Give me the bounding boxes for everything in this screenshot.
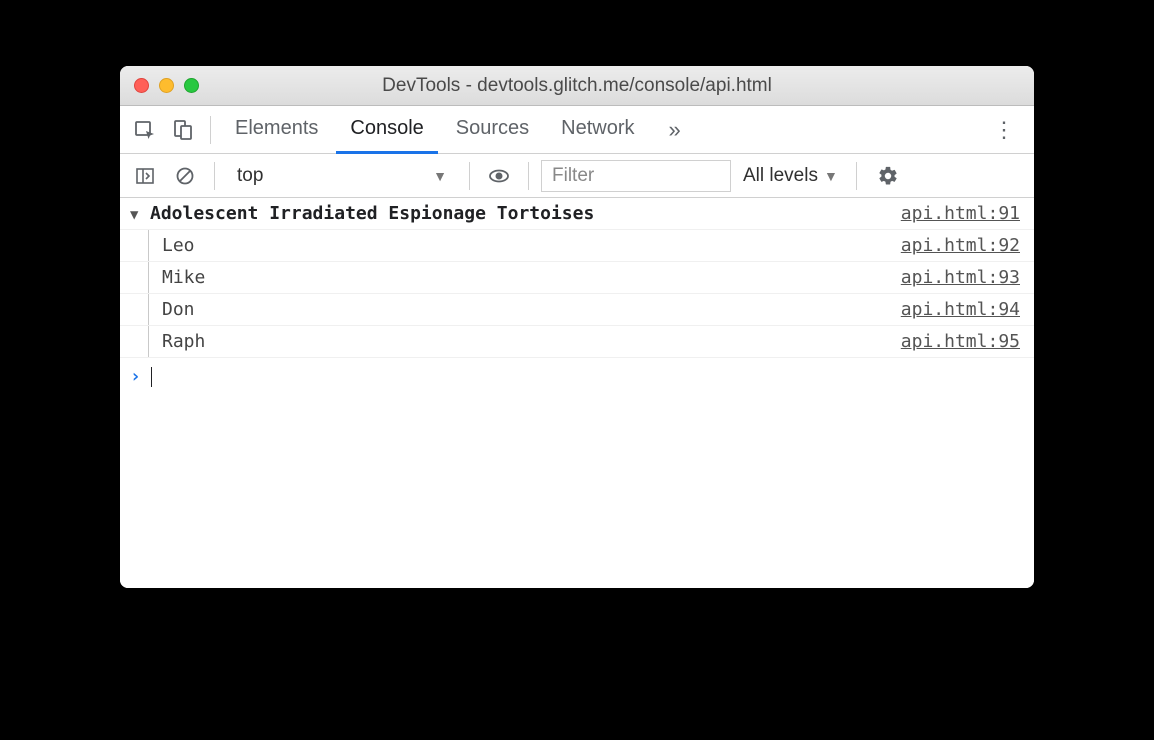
log-message: Don [162,299,901,320]
zoom-button[interactable] [184,78,199,93]
text-cursor [151,367,152,387]
chevron-down-icon: ▼ [824,168,838,184]
level-label: All levels [743,165,818,187]
chevron-down-icon: ▼ [433,168,447,184]
live-expression-icon[interactable] [482,159,516,193]
source-link[interactable]: api.html:95 [901,331,1020,352]
toggle-sidebar-icon[interactable] [128,159,162,193]
group-title: Adolescent Irradiated Espionage Tortoise… [150,203,901,224]
source-link[interactable]: api.html:91 [901,203,1020,224]
divider [469,162,470,190]
source-link[interactable]: api.html:93 [901,267,1020,288]
console-prompt[interactable]: › [120,358,1034,395]
main-tabbar: Elements Console Sources Network » ⋮ [120,106,1034,154]
divider [528,162,529,190]
device-toolbar-icon[interactable] [166,113,200,147]
inspect-element-icon[interactable] [128,113,162,147]
minimize-button[interactable] [159,78,174,93]
filter-input[interactable] [541,160,731,192]
tab-console[interactable]: Console [336,107,437,154]
console-output: ▼ Adolescent Irradiated Espionage Tortoi… [120,198,1034,588]
context-label: top [237,165,263,187]
clear-console-icon[interactable] [168,159,202,193]
devtools-window: DevTools - devtools.glitch.me/console/ap… [120,66,1034,588]
tab-network[interactable]: Network [547,107,648,154]
log-message: Leo [162,235,901,256]
titlebar: DevTools - devtools.glitch.me/console/ap… [120,66,1034,106]
log-message: Mike [162,267,901,288]
divider [856,162,857,190]
window-title: DevTools - devtools.glitch.me/console/ap… [120,75,1034,97]
console-log-row: Leo api.html:92 [120,230,1034,262]
log-level-select[interactable]: All levels ▼ [737,165,844,187]
traffic-lights [134,78,199,93]
console-log-row: Don api.html:94 [120,294,1034,326]
divider [214,162,215,190]
console-log-row: Raph api.html:95 [120,326,1034,358]
tab-sources[interactable]: Sources [442,107,543,154]
disclosure-triangle-icon[interactable]: ▼ [130,207,150,223]
console-log-row: Mike api.html:93 [120,262,1034,294]
console-toolbar: top ▼ All levels ▼ [120,154,1034,198]
tab-elements[interactable]: Elements [221,107,332,154]
console-group-header[interactable]: ▼ Adolescent Irradiated Espionage Tortoi… [120,198,1034,230]
divider [210,116,211,144]
log-message: Raph [162,331,901,352]
execution-context-select[interactable]: top ▼ [227,160,457,192]
settings-menu-button[interactable]: ⋮ [983,117,1026,143]
source-link[interactable]: api.html:94 [901,299,1020,320]
more-tabs-button[interactable]: » [661,117,689,143]
prompt-caret-icon: › [130,366,141,387]
close-button[interactable] [134,78,149,93]
source-link[interactable]: api.html:92 [901,235,1020,256]
console-settings-icon[interactable] [869,165,907,187]
